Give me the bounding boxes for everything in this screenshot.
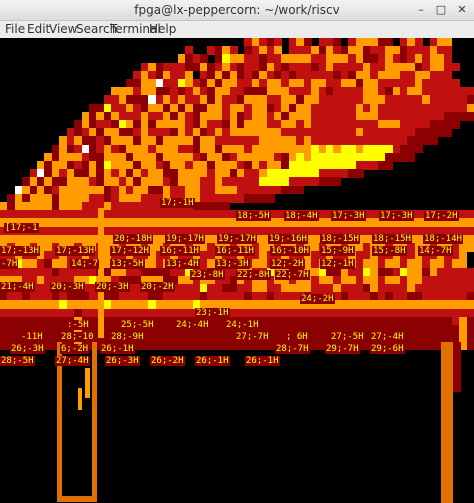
escape-label: 19;-16H bbox=[268, 234, 308, 244]
escape-label: 22;-8H bbox=[236, 270, 271, 280]
escape-label: 24;-2H bbox=[300, 294, 335, 304]
escape-label: 12;-1H bbox=[320, 259, 355, 269]
escape-label: 6;-2H bbox=[60, 344, 90, 354]
menu-file[interactable]: File bbox=[5, 22, 25, 37]
menu-view[interactable]: View bbox=[49, 22, 77, 37]
escape-label: 24;-1H bbox=[225, 320, 260, 330]
escape-label: 13;-4H bbox=[165, 259, 200, 269]
escape-label: 22;-7H bbox=[275, 270, 310, 280]
escape-label: 26;-3H bbox=[105, 356, 140, 366]
escape-label: 12;-2H bbox=[270, 259, 305, 269]
terminal-window: fpga@lx-peppercorn: ~/work/riscv – □ ✕ F… bbox=[0, 0, 474, 503]
escape-label: 26;-1H bbox=[245, 356, 280, 366]
escape-label: 23;-8H bbox=[190, 270, 225, 280]
escape-label: ; 6H bbox=[285, 332, 309, 342]
escape-label: :-5H bbox=[66, 320, 90, 330]
escape-label: 17;-12H bbox=[110, 246, 150, 256]
escape-label: 17;-3H bbox=[331, 211, 366, 221]
escape-label: 20;-18H bbox=[113, 234, 153, 244]
escape-sequence-labels: 17;-1H 18;-5H 18;-4H 17;-3H 17;-3H 17;-2H [17;… bbox=[0, 38, 474, 503]
escape-label: 24;-4H bbox=[175, 320, 210, 330]
title-bar[interactable]: fpga@lx-peppercorn: ~/work/riscv – □ ✕ bbox=[0, 0, 474, 21]
escape-label: -7H bbox=[0, 259, 19, 269]
escape-label: 28;-10 bbox=[60, 332, 95, 342]
escape-label: 18;-4H bbox=[284, 211, 319, 221]
escape-label: 15;-9H bbox=[320, 246, 355, 256]
escape-label: 27;-4H bbox=[55, 356, 90, 366]
escape-label: 19;-17H bbox=[165, 234, 205, 244]
menu-bar: File Edit View Search Terminal Help bbox=[0, 21, 474, 39]
escape-label: 17;-2H bbox=[424, 211, 459, 221]
escape-label: 26;-1H bbox=[195, 356, 230, 366]
menu-help[interactable]: Help bbox=[149, 22, 176, 37]
escape-label: 27;-7H bbox=[235, 332, 270, 342]
escape-label: 20;-2H bbox=[140, 282, 175, 292]
escape-label: 18;-15H bbox=[320, 234, 360, 244]
escape-label: 26;-3H bbox=[10, 344, 45, 354]
escape-label: -11H bbox=[20, 332, 44, 342]
escape-label: 26;-2H bbox=[150, 356, 185, 366]
escape-label: 16;-11H bbox=[160, 246, 200, 256]
escape-label: 14;-7H bbox=[418, 246, 453, 256]
window-title: fpga@lx-peppercorn: ~/work/riscv bbox=[134, 3, 340, 17]
terminal-area[interactable]: 17;-1H 18;-5H 18;-4H 17;-3H 17;-3H 17;-2H [17;… bbox=[0, 38, 474, 503]
escape-label: 20;-3H bbox=[50, 282, 85, 292]
escape-label: 15;-8H bbox=[372, 246, 407, 256]
escape-label: 13;-3H bbox=[215, 259, 250, 269]
minimize-button[interactable]: – bbox=[414, 3, 428, 17]
escape-label: 18;-14H bbox=[423, 234, 463, 244]
escape-label: 13;-5H bbox=[110, 259, 145, 269]
escape-label: 17;-1H bbox=[160, 198, 195, 208]
maximize-button[interactable]: □ bbox=[434, 3, 448, 17]
escape-label: [17;-1 bbox=[4, 223, 39, 233]
escape-label: 27;-4H bbox=[370, 332, 405, 342]
escape-label: 20;-3H bbox=[95, 282, 130, 292]
escape-label: 25;-5H bbox=[120, 320, 155, 330]
escape-label: 28;-7H bbox=[275, 344, 310, 354]
menu-edit[interactable]: Edit bbox=[27, 22, 50, 37]
escape-label: 17;-3H bbox=[379, 211, 414, 221]
escape-label: 16;-11H bbox=[215, 246, 255, 256]
escape-label: 26;-1H bbox=[100, 344, 135, 354]
escape-label: 28;-5H bbox=[0, 356, 35, 366]
escape-label: 16;-10H bbox=[270, 246, 310, 256]
escape-label: 18;-5H bbox=[236, 211, 271, 221]
close-button[interactable]: ✕ bbox=[455, 3, 469, 17]
escape-label: 28;-9H bbox=[110, 332, 145, 342]
escape-label: 17;-13H bbox=[0, 246, 40, 256]
escape-label: 18;-15H bbox=[372, 234, 412, 244]
escape-label: 19;-17H bbox=[217, 234, 257, 244]
escape-label: 27;-5H bbox=[330, 332, 365, 342]
escape-label: 14;-7 bbox=[70, 259, 100, 269]
escape-label: 23;-1H bbox=[195, 308, 230, 318]
escape-label: 17;-13H bbox=[55, 246, 95, 256]
escape-label: 29;-7H bbox=[325, 344, 360, 354]
escape-label: 29;-6H bbox=[370, 344, 405, 354]
escape-label: 21;-4H bbox=[0, 282, 35, 292]
